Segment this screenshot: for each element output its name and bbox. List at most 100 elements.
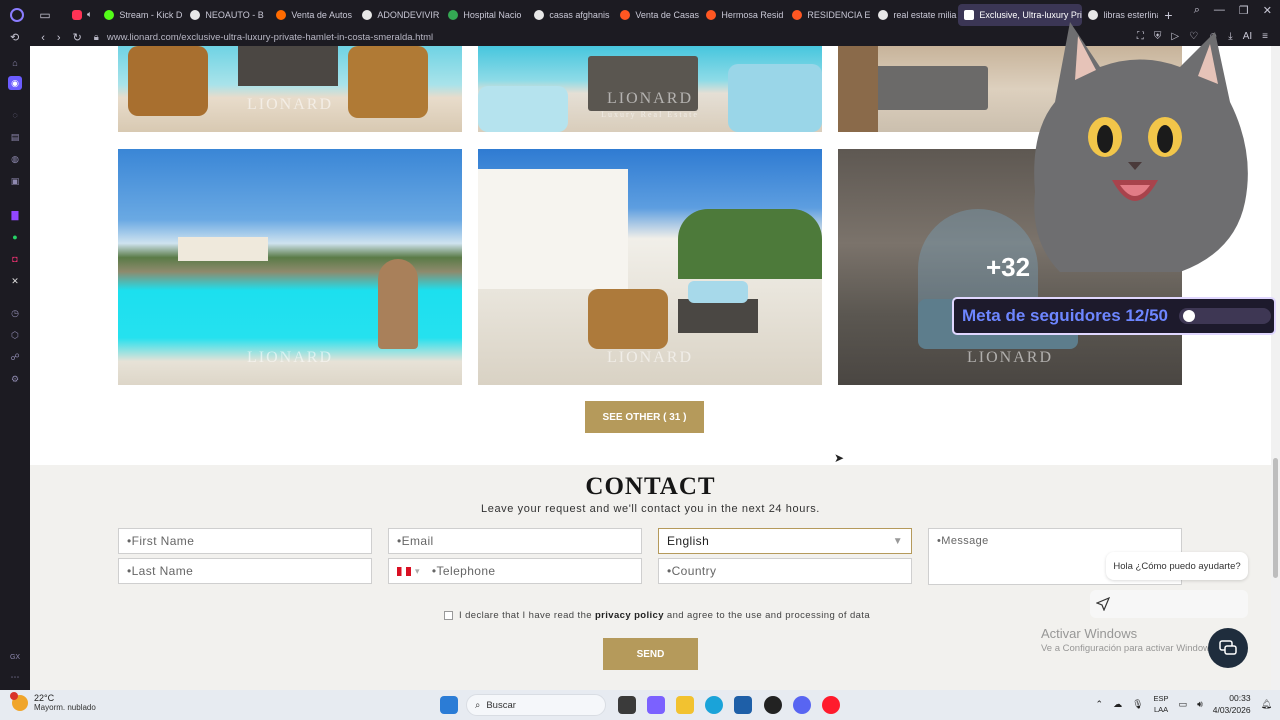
settings-icon[interactable]: ⚙ bbox=[8, 372, 22, 386]
history-icon[interactable]: ◷ bbox=[8, 306, 22, 320]
contact-title: CONTACT bbox=[585, 473, 716, 500]
chevron-down-icon[interactable]: ▾ bbox=[415, 566, 420, 577]
first-name-input[interactable]: •First Name bbox=[118, 528, 372, 554]
gallery-photo-terrace-2[interactable]: LIONARD Luxury Real Estate bbox=[478, 46, 822, 132]
discord-icon[interactable] bbox=[793, 696, 811, 714]
cloud-icon[interactable]: ☁ bbox=[1113, 699, 1122, 710]
microphone-icon[interactable]: 🎙︎ bbox=[1132, 699, 1143, 710]
tab-5[interactable]: casas afghanis bbox=[528, 4, 614, 26]
recorder-icon[interactable] bbox=[764, 696, 782, 714]
garden-shape bbox=[678, 209, 822, 279]
tab-6[interactable]: Venta de Casas bbox=[614, 4, 700, 26]
language-indicator[interactable]: ESP LAA bbox=[1154, 693, 1169, 715]
gx-icon[interactable]: GX bbox=[8, 650, 22, 664]
opera-logo-icon[interactable] bbox=[6, 4, 28, 26]
new-tab-plus-icon[interactable]: + bbox=[1164, 7, 1172, 23]
tab-0[interactable]: Stream - Kick D bbox=[98, 4, 184, 26]
telephone-input[interactable]: ▾ •Telephone bbox=[388, 558, 642, 584]
chat-open-button[interactable] bbox=[1208, 628, 1248, 668]
restore-icon[interactable]: ❐ bbox=[1239, 4, 1249, 17]
tab-label: NEOAUTO - B bbox=[205, 9, 264, 20]
extensions-icon[interactable]: ⬡ bbox=[8, 328, 22, 342]
opera-taskbar-icon[interactable] bbox=[822, 696, 840, 714]
menu-icon[interactable]: ≡ bbox=[1262, 31, 1268, 42]
tab-label: Hospital Nacio bbox=[463, 9, 522, 20]
tab-music[interactable]: 🔈︎ bbox=[66, 4, 98, 26]
country-input[interactable]: •Country bbox=[658, 558, 912, 584]
more-icon[interactable]: ⋯ bbox=[8, 670, 22, 684]
tab-label: Venta de Autos bbox=[291, 9, 352, 20]
volume-icon[interactable]: 🔊︎ bbox=[1197, 699, 1203, 710]
tab-9[interactable]: real estate milia bbox=[872, 4, 958, 26]
gaming-icon[interactable]: ◉ bbox=[8, 76, 22, 90]
chat-message-input[interactable] bbox=[1090, 590, 1248, 618]
see-other-button[interactable]: SEE OTHER ( 31 ) bbox=[585, 401, 704, 433]
minimize-icon[interactable]: — bbox=[1214, 4, 1225, 17]
search-tabs-icon[interactable]: ⌕ bbox=[1194, 4, 1200, 17]
crypto-wallet-icon[interactable]: ▤ bbox=[8, 130, 22, 144]
last-name-input[interactable]: •Last Name bbox=[118, 558, 372, 584]
photo-watermark: LIONARD bbox=[247, 349, 333, 366]
tab-7[interactable]: Hermosa Resid bbox=[700, 4, 786, 26]
instagram-icon[interactable]: ◘ bbox=[8, 252, 22, 266]
tab-3[interactable]: ADONDEVIVIR bbox=[356, 4, 442, 26]
notifications-icon[interactable]: 🔔︎ bbox=[1261, 699, 1272, 710]
close-icon[interactable]: ✕ bbox=[1263, 4, 1272, 17]
chevron-down-icon: ▼ bbox=[892, 535, 903, 547]
tab-8[interactable]: RESIDENCIA E bbox=[786, 4, 872, 26]
send-plane-icon[interactable] bbox=[1096, 597, 1110, 611]
system-tray: ⌃ ☁ 🎙︎ ESP LAA ▭ 🔊︎ 00:33 4/03/2026 🔔︎ bbox=[1096, 692, 1272, 716]
windows-start-icon[interactable] bbox=[440, 696, 458, 714]
contact-subtitle: Leave your request and we'll contact you… bbox=[481, 503, 820, 515]
copilot-icon[interactable] bbox=[647, 696, 665, 714]
tray-chevron-icon[interactable]: ⌃ bbox=[1096, 699, 1104, 710]
lock-icon: 🔒︎ bbox=[93, 32, 99, 43]
tab-favicon-icon bbox=[190, 9, 201, 20]
reload-sidebar-icon[interactable]: ⟲ bbox=[10, 31, 19, 44]
browser-sidebar: ⌂ ◉ ◌ ▤ ◍ ▣ ▇ ● ◘ ✕ ◷ ⬡ ☍ ⚙ GX ⋯ bbox=[0, 46, 30, 690]
gallery-photo-patio[interactable]: LIONARD bbox=[478, 149, 822, 385]
task-view-icon[interactable] bbox=[618, 696, 636, 714]
gallery-photo-pool[interactable]: LIONARD bbox=[118, 149, 462, 385]
table-shape bbox=[238, 46, 338, 86]
temperature: 22°C bbox=[34, 693, 55, 703]
x-twitter-icon[interactable]: ✕ bbox=[8, 274, 22, 288]
tab-4[interactable]: Hospital Nacio bbox=[442, 4, 528, 26]
tab-1[interactable]: NEOAUTO - B bbox=[184, 4, 270, 26]
taskbar-search-label: Buscar bbox=[486, 699, 516, 711]
weather-widget[interactable]: 22°C Mayorm. nublado bbox=[10, 691, 96, 712]
gallery-photo-terrace-1[interactable]: LIONARD bbox=[118, 46, 462, 132]
twitch-icon[interactable]: ▇ bbox=[8, 208, 22, 222]
whatsapp-icon[interactable]: ● bbox=[8, 230, 22, 244]
clock[interactable]: 00:33 4/03/2026 bbox=[1213, 692, 1251, 716]
forward-icon[interactable]: › bbox=[57, 32, 61, 44]
more-photos-count[interactable]: +32 bbox=[986, 252, 1030, 283]
workspaces-icon[interactable]: ▭ bbox=[34, 4, 56, 26]
reload-icon[interactable]: ↻ bbox=[73, 31, 82, 44]
store-icon[interactable] bbox=[734, 696, 752, 714]
privacy-checkbox[interactable] bbox=[444, 611, 453, 620]
edge-icon[interactable] bbox=[705, 696, 723, 714]
back-icon[interactable]: ‹ bbox=[41, 32, 45, 44]
cushion-shape bbox=[688, 281, 748, 303]
bookmarks-icon[interactable]: ☍ bbox=[8, 350, 22, 364]
flow-icon[interactable]: ◌ bbox=[8, 108, 22, 122]
url-field[interactable]: 🔒︎ www.lionard.com/exclusive-ultra-luxury… bbox=[94, 32, 433, 43]
page-scrollbar[interactable] bbox=[1271, 46, 1280, 690]
declare-prefix: I declare that I have read the bbox=[459, 610, 592, 621]
news-icon[interactable]: ▣ bbox=[8, 174, 22, 188]
language-select[interactable]: English ▼ bbox=[658, 528, 912, 554]
network-icon[interactable]: ▭ bbox=[1179, 699, 1188, 710]
mute-icon[interactable]: 🔈︎ bbox=[87, 9, 92, 20]
peru-flag-icon[interactable] bbox=[397, 566, 411, 576]
email-input[interactable]: •Email bbox=[388, 528, 642, 554]
messenger-icon[interactable]: ◍ bbox=[8, 152, 22, 166]
file-explorer-icon[interactable] bbox=[676, 696, 694, 714]
send-button[interactable]: SEND bbox=[603, 638, 698, 670]
home-icon[interactable]: ⌂ bbox=[8, 56, 22, 70]
tab-2[interactable]: Venta de Autos bbox=[270, 4, 356, 26]
tab-label: ADONDEVIVIR bbox=[377, 9, 440, 20]
privacy-policy-link[interactable]: privacy policy bbox=[595, 610, 664, 621]
taskbar-search[interactable]: ⌕ Buscar bbox=[466, 694, 606, 716]
scrollbar-thumb[interactable] bbox=[1273, 458, 1278, 578]
